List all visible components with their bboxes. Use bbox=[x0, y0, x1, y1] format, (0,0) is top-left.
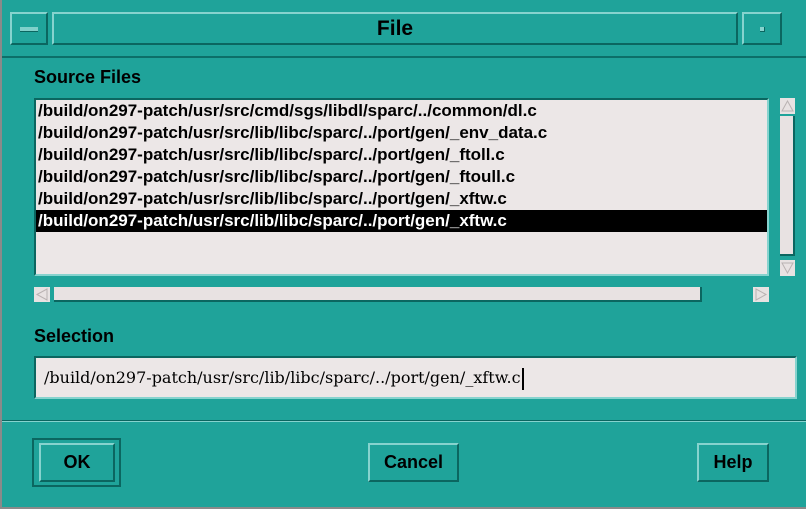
separator bbox=[2, 420, 806, 422]
title-area[interactable]: File bbox=[52, 12, 738, 45]
window-menu-button[interactable] bbox=[10, 12, 48, 45]
selection-label: Selection bbox=[34, 326, 115, 346]
source-files-list[interactable]: /build/on297-patch/usr/src/cmd/sgs/libdl… bbox=[34, 98, 769, 276]
scroll-left-arrow-icon[interactable] bbox=[34, 287, 50, 302]
window-title: File bbox=[376, 17, 414, 40]
list-item[interactable]: /build/on297-patch/usr/src/lib/libc/spar… bbox=[36, 166, 767, 188]
scroll-up-arrow-icon[interactable] bbox=[780, 98, 795, 114]
vertical-scroll-thumb[interactable] bbox=[780, 116, 795, 256]
horizontal-scroll-thumb[interactable] bbox=[54, 287, 702, 302]
help-button[interactable]: Help bbox=[697, 443, 769, 482]
source-files-label: Source Files bbox=[34, 67, 142, 87]
text-cursor bbox=[521, 367, 524, 390]
vertical-scrollbar[interactable] bbox=[779, 98, 796, 276]
selection-value: /build/on297-patch/usr/src/lib/libc/spar… bbox=[44, 368, 521, 387]
selection-input[interactable]: /build/on297-patch/usr/src/lib/libc/spar… bbox=[34, 356, 797, 399]
file-dialog-window: File Source Files /build/on297-patch/usr… bbox=[0, 0, 806, 509]
list-item[interactable]: /build/on297-patch/usr/src/lib/libc/spar… bbox=[36, 144, 767, 166]
title-bar[interactable]: File bbox=[2, 0, 806, 58]
list-item[interactable]: /build/on297-patch/usr/src/lib/libc/spar… bbox=[36, 188, 767, 210]
cancel-button[interactable]: Cancel bbox=[368, 443, 459, 482]
scroll-down-arrow-icon[interactable] bbox=[780, 260, 795, 276]
window-menu-icon bbox=[20, 27, 38, 32]
ok-button[interactable]: OK bbox=[39, 443, 115, 482]
list-item[interactable]: /build/on297-patch/usr/src/cmd/sgs/libdl… bbox=[36, 100, 767, 122]
list-item[interactable]: /build/on297-patch/usr/src/lib/libc/spar… bbox=[36, 122, 767, 144]
horizontal-scrollbar[interactable] bbox=[34, 286, 769, 303]
minimize-button[interactable] bbox=[742, 12, 782, 45]
scroll-right-arrow-icon[interactable] bbox=[753, 287, 769, 302]
list-item-selected[interactable]: /build/on297-patch/usr/src/lib/libc/spar… bbox=[36, 210, 767, 232]
minimize-icon bbox=[760, 27, 765, 32]
